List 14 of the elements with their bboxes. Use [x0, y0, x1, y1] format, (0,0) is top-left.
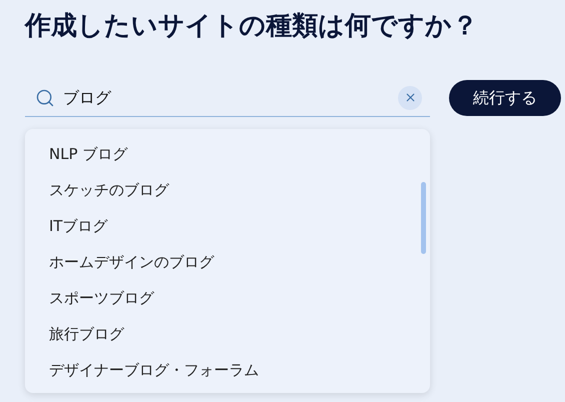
suggestion-item[interactable]: デザイナーブログ・フォーラム: [25, 352, 430, 388]
suggestion-item[interactable]: ホームデザインのブログ: [25, 244, 430, 280]
suggestion-item[interactable]: ITブログ: [25, 208, 430, 244]
close-icon: [404, 91, 416, 104]
suggestion-item[interactable]: スポーツブログ: [25, 280, 430, 316]
scrollbar-thumb[interactable]: [421, 182, 426, 254]
suggestion-item[interactable]: 旅行ブログ: [25, 316, 430, 352]
continue-button[interactable]: 続行する: [449, 80, 561, 116]
suggestion-item[interactable]: スケッチのブログ: [25, 172, 430, 208]
clear-button[interactable]: [398, 86, 422, 110]
search-field[interactable]: ブログ: [63, 86, 390, 110]
suggestion-item[interactable]: NLP ブログ: [25, 136, 430, 172]
search-icon: [35, 88, 55, 108]
page-title: 作成したいサイトの種類は何ですか？: [25, 10, 479, 43]
